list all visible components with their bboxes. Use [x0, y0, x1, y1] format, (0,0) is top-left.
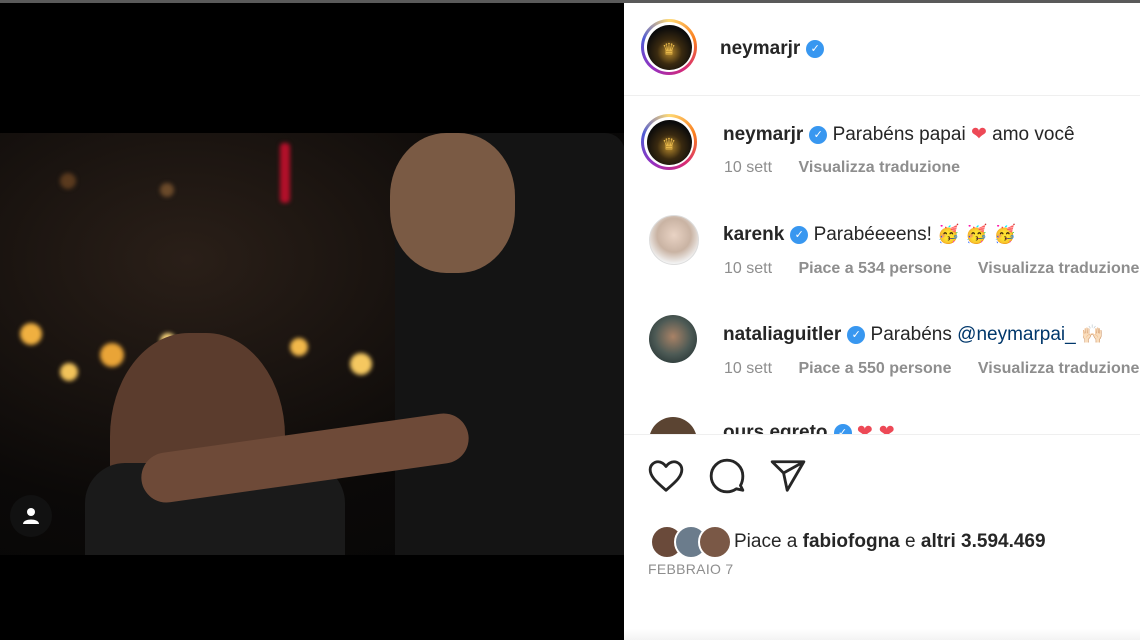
comment-username[interactable]: nataliaguitler: [723, 324, 841, 345]
party-emoji: 🥳 🥳 🥳: [937, 224, 1016, 245]
send-icon[interactable]: [769, 457, 807, 495]
comment-text: nataliaguitler ✓ Parabéns @neymarpai_ 🙌🏻: [723, 324, 1104, 345]
comment-avatar[interactable]: [649, 215, 699, 265]
comment-likes[interactable]: Piace a 550 persone: [798, 360, 951, 377]
post-photo: [0, 133, 624, 555]
raised-hands-emoji: 🙌🏻: [1081, 324, 1104, 345]
comment-meta: 10 sett Piace a 550 persone Visualizza t…: [724, 360, 1140, 378]
post-side-panel: ♛ neymarjr ✓ ♛ neymarjr ✓ Parabéns papai ❤…: [624, 3, 1140, 640]
comment-input-area[interactable]: [624, 629, 1140, 640]
liker-avatar: [698, 525, 732, 559]
verified-badge-icon: ✓: [809, 125, 828, 144]
comment-time[interactable]: 10 sett: [724, 360, 772, 377]
likes-summary[interactable]: Piace a fabiofogna e altri 3.594.469: [734, 531, 1046, 553]
likes-count[interactable]: altri 3.594.469: [921, 531, 1046, 552]
liker-username[interactable]: fabiofogna: [803, 531, 900, 552]
comment: ours.egreto ✓ ❤ ❤: [624, 417, 1140, 434]
comment-meta: 10 sett Piace a 534 persone Visualizza t…: [724, 260, 1140, 278]
comment-likes[interactable]: Piace a 534 persone: [798, 260, 951, 277]
heart-emoji: ❤ ❤: [856, 421, 895, 434]
comment-text: ours.egreto ✓ ❤ ❤: [723, 421, 895, 434]
comments-list[interactable]: ♛ neymarjr ✓ Parabéns papai ❤ amo você 10…: [624, 96, 1140, 434]
post-media[interactable]: [0, 3, 624, 640]
user-icon: [23, 508, 39, 524]
verified-badge-icon: ✓: [833, 423, 852, 434]
crown-icon: ♛: [661, 39, 677, 59]
post-header: ♛ neymarjr ✓: [624, 3, 1140, 96]
heart-icon[interactable]: [647, 457, 685, 495]
comment: nataliaguitler ✓ Parabéns @neymarpai_ 🙌🏻 …: [624, 315, 1140, 415]
translate-link[interactable]: Visualizza traduzione: [978, 360, 1140, 377]
verified-badge-icon: ✓: [790, 225, 809, 244]
comment-username[interactable]: karenk: [723, 224, 784, 245]
caption-comment: ♛ neymarjr ✓ Parabéns papai ❤ amo você 10…: [624, 114, 1140, 214]
tagged-people-button[interactable]: [10, 495, 52, 537]
comment-text: karenk ✓ Parabéeeens! 🥳 🥳 🥳: [723, 224, 1016, 245]
translate-link[interactable]: Visualizza traduzione: [798, 159, 960, 176]
comment: karenk ✓ Parabéeeens! 🥳 🥳 🥳 10 sett Piace…: [624, 215, 1140, 315]
author-avatar[interactable]: ♛: [641, 19, 697, 75]
heart-emoji: ❤: [970, 123, 987, 145]
crown-icon: ♛: [661, 134, 677, 154]
post-actions: Piace a fabiofogna e altri 3.594.469 FEB…: [624, 434, 1140, 640]
author-username[interactable]: neymarjr ✓: [720, 38, 825, 60]
comment-avatar[interactable]: ♛: [641, 114, 697, 170]
comment-meta: 10 sett Visualizza traduzione: [724, 159, 982, 177]
translate-link[interactable]: Visualizza traduzione: [978, 260, 1140, 277]
comment-time[interactable]: 10 sett: [724, 260, 772, 277]
post-date[interactable]: FEBBRAIO 7: [648, 561, 733, 577]
comment-time[interactable]: 10 sett: [724, 159, 772, 176]
comment-icon[interactable]: [708, 457, 746, 495]
verified-badge-icon: ✓: [806, 39, 825, 58]
verified-badge-icon: ✓: [847, 325, 866, 344]
comment-username[interactable]: neymarjr: [723, 124, 803, 145]
comment-avatar[interactable]: [649, 315, 697, 363]
comment-avatar[interactable]: [649, 417, 697, 434]
comment-text: neymarjr ✓ Parabéns papai ❤ amo você: [723, 123, 1075, 145]
mention-link[interactable]: @neymarpai_: [957, 324, 1076, 345]
comment-username[interactable]: ours.egreto: [723, 422, 828, 434]
